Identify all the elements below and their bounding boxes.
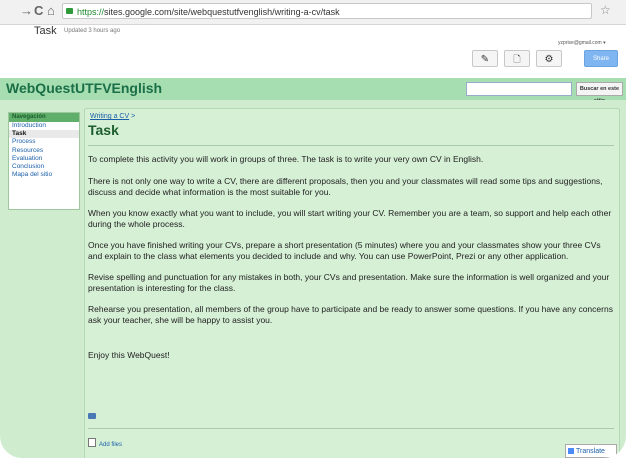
gear-icon: ⚙	[544, 54, 554, 65]
breadcrumb-link-writing-a-cv[interactable]: Writing a CV	[90, 113, 129, 120]
sidebar-heading: Navegación	[9, 113, 79, 122]
pencil-icon: ✎	[480, 54, 490, 65]
sidebar-item-conclusion[interactable]: Conclusion	[9, 163, 79, 171]
sidebar-item-task[interactable]: Task	[9, 130, 79, 139]
sidebar-navigation: Navegación Introduction Task Process Res…	[8, 112, 80, 210]
sidebar-item-process[interactable]: Process	[9, 138, 79, 146]
folder-icon[interactable]	[88, 413, 96, 419]
sidebar-item-evaluation[interactable]: Evaluation	[9, 155, 79, 163]
title-divider	[88, 145, 614, 146]
edit-page-button[interactable]: ✎	[472, 50, 498, 67]
new-page-button[interactable]: 🗋	[504, 50, 530, 67]
reload-icon[interactable]: C	[34, 3, 43, 19]
site-search-input[interactable]	[466, 82, 572, 96]
translate-icon	[568, 448, 574, 454]
lock-icon	[66, 8, 73, 14]
add-file-icon	[88, 438, 96, 447]
address-bar[interactable]: https://sites.google.com/site/webquestut…	[62, 3, 592, 19]
bookmark-star-icon[interactable]: ☆	[600, 3, 611, 17]
site-search-button[interactable]: Buscar en este sitio	[576, 82, 623, 104]
content-title: Task	[88, 122, 119, 138]
browser-toolbar: → C ⌂ https://sites.google.com/site/webq…	[0, 0, 626, 25]
more-actions-button[interactable]: ⚙	[536, 50, 562, 67]
paragraph-7: Enjoy this WebQuest!	[88, 350, 170, 360]
add-files-label: Add files	[99, 442, 123, 448]
page-title: Task	[34, 25, 57, 37]
attachments-divider	[88, 428, 614, 429]
sidebar-item-sitemap[interactable]: Mapa del sitio	[9, 171, 79, 179]
paragraph-2: There is not only one way to write a CV,…	[88, 176, 603, 197]
translate-label: Translate	[576, 448, 605, 455]
share-label: Share	[592, 56, 609, 62]
paragraph-3: When you know exactly what you want to i…	[88, 208, 612, 229]
new-page-icon: 🗋	[513, 54, 521, 64]
sidebar-item-resources[interactable]: Resources	[9, 147, 79, 155]
paragraph-6: Rehearse you presentation, all members o…	[88, 304, 613, 325]
add-files-link[interactable]: Add files	[88, 438, 122, 448]
paragraph-5: Revise spelling and punctuation for any …	[88, 272, 610, 293]
url-protocol: https://	[77, 7, 105, 17]
url-path: sites.google.com/site/webquestutfvenglis…	[104, 7, 340, 17]
sidebar-item-introduction[interactable]: Introduction	[9, 122, 79, 130]
translate-button[interactable]: Translate	[565, 444, 617, 458]
share-button[interactable]: Share	[584, 50, 618, 67]
home-icon[interactable]: ⌂	[47, 3, 55, 19]
page: → C ⌂ https://sites.google.com/site/webq…	[0, 0, 626, 458]
user-email[interactable]: yzprise@gmail.com ▾	[558, 40, 606, 46]
paragraph-4: Once you have finished writing your CVs,…	[88, 240, 601, 261]
forward-icon[interactable]: →	[20, 3, 33, 19]
breadcrumb: Writing a CV >	[90, 113, 135, 120]
site-name[interactable]: WebQuestUTFVEnglish	[6, 80, 162, 96]
breadcrumb-separator: >	[131, 113, 136, 120]
paragraph-1: To complete this activity you will work …	[88, 154, 484, 164]
updated-time: Updated 3 hours ago	[64, 28, 121, 34]
